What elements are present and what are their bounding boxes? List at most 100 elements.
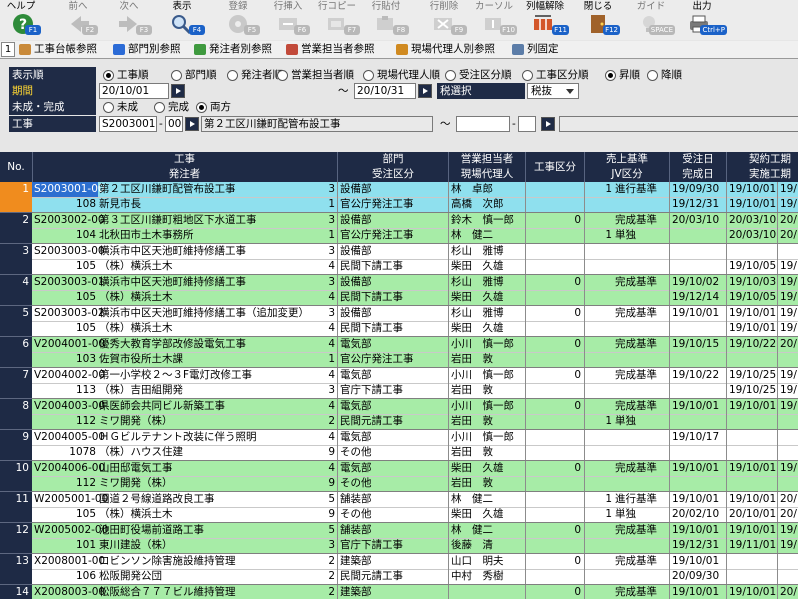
cell-k1b: 20/ [780, 493, 797, 505]
table-row[interactable]: 13 X2008001-00 ロビンソン除害施設維持管理 106 松阪開発公団 2 建築部 2… [0, 554, 798, 585]
table-row[interactable]: 7 V2004002-00 第一小学校２〜３F電灯改修工事 113 （株）吉田組開発 4 電… [0, 368, 798, 399]
row-number: 11 [0, 492, 32, 523]
koji-lookup-button[interactable] [185, 117, 199, 131]
table-row[interactable]: 10 V2004006-00 山田邸電気工事 112 ミワ開発（株） 4 電気部 9 その他 柴田… [0, 461, 798, 492]
cell-k2b: 19/ [780, 322, 797, 334]
tab-3[interactable]: 発注者別参照 [192, 42, 284, 57]
koji-to-dash: - [512, 118, 516, 130]
table-row[interactable]: 12 W2005002-00 池田町役場前道路工事 101 東川建設（株） 5 舗装部 3 官庁… [0, 523, 798, 554]
filter-koji-row: 工事 S2003001 - 00 第２工区川鎌町配管布設工事 〜 - [0, 116, 798, 133]
toolbar-button-f12[interactable]: 閉じる F12 [575, 0, 621, 40]
cell-eigyo: 小川 慎一郎 [451, 431, 514, 443]
tax-select[interactable]: 税抜 [527, 83, 579, 99]
table-row[interactable]: 1 S2003001-00 第２工区川鎌町配管布設工事 108 新見市長 3 設備部 1 官公庁… [0, 182, 798, 213]
cell-bc: 3 [328, 214, 335, 226]
cell-k1: 19/10/03 [729, 276, 777, 288]
toolbar-button-f6[interactable]: 行挿入 F6 [265, 0, 311, 40]
toolbar-button-f11[interactable]: 列幅解除 F11 [520, 0, 570, 40]
tab-6[interactable]: 列固定 [510, 42, 566, 57]
toolbar-button-f5[interactable]: 登録 F5 [215, 0, 261, 40]
table-row[interactable]: 6 V2004001-00 優秀大教育学部改修設電気工事 103 佐賀市役所土木課 4 電気… [0, 337, 798, 368]
cell-jc: 4 [328, 322, 335, 334]
cell-kk: 0 [574, 369, 581, 381]
cell-eigyo: 林 卓郎 [451, 183, 493, 195]
toolbar-button-f9[interactable]: 行削除 F9 [420, 0, 468, 40]
status-radio-3[interactable]: 両方 [196, 101, 231, 114]
koji-to-lookup-button[interactable] [541, 117, 555, 131]
cell-hname: 松阪開発公団 [99, 570, 162, 582]
period-to-lookup-button[interactable] [418, 84, 432, 98]
cell-k1: 19/10/01 [729, 493, 777, 505]
toolbar-button-f4[interactable]: 表示 F4 [158, 0, 206, 40]
cell-k2: 20/10/01 [729, 508, 777, 520]
row-body: X2008001-00 ロビンソン除害施設維持管理 106 松阪開発公団 2 建築部 2 民間… [32, 554, 798, 585]
cell-hc: 106 [75, 570, 96, 582]
cell-genba: 柴田 久雄 [451, 260, 504, 272]
order-radio-5[interactable]: 現場代理人順 [363, 69, 440, 82]
order-radio-7[interactable]: 工事区分順 [522, 69, 589, 82]
toolbar-button-ctrl-p[interactable]: 出力 Ctrl+P [676, 0, 728, 40]
header-jisshi: 実施工期 [749, 168, 791, 180]
table-row[interactable]: 5 S2003003-02 横浜市中区天池町維持修繕工事（追加変更） 105 （株）横浜… [0, 306, 798, 337]
toolbar-button-f1[interactable]: ヘルプ? F1 [0, 0, 42, 40]
table-row[interactable]: 3 S2003003-00 横浜市中区天池町維持修繕工事 105 （株）横浜土木 3 設備部… [0, 244, 798, 275]
cell-code: V2004003-00 [34, 400, 106, 412]
order-radio-3[interactable]: 発注者順 [227, 69, 283, 82]
cell-kk: 0 [574, 586, 581, 598]
cell-genba: 柴田 久雄 [451, 322, 504, 334]
tab-1[interactable]: 工事台帳参照 [17, 42, 109, 57]
toolbar-button-f10[interactable]: カーソル F10 [470, 0, 518, 40]
toolbar-button-f8[interactable]: 行貼付 F8 [362, 0, 410, 40]
direction-radio-2[interactable]: 降順 [647, 69, 682, 82]
cell-bname: 舗装部 [340, 524, 372, 536]
cell-bname: 設備部 [340, 245, 372, 257]
cell-code: V2004006-00 [34, 462, 106, 474]
cell-k2b: 20/ [780, 508, 797, 520]
table-row[interactable]: 11 W2005001-00 国道２号線道路改良工事 105 （株）横浜土木 5 舗装部 9 そ… [0, 492, 798, 523]
order-radio-2[interactable]: 部門順 [171, 69, 217, 82]
tab-4[interactable]: 営業担当者参照 [284, 42, 390, 57]
toolbar-button-label: 行挿入 [273, 1, 303, 12]
tab-5[interactable]: 現場代理人別参照 [394, 42, 508, 57]
order-radio-6[interactable]: 受注区分順 [445, 69, 512, 82]
cell-name: 山田邸電気工事 [99, 462, 173, 474]
table-row[interactable]: 9 V2004005-00 ＨＧビルテナント改装に伴う照明 1078 （株）ハウス住建 4… [0, 430, 798, 461]
header-hacchusha: 発注者 [168, 168, 201, 180]
table-row[interactable]: 8 V2004003-00 県医師会共同ビル新築工事 112 ミワ開発（株） 4 電気部 2 民… [0, 399, 798, 430]
period-from-input[interactable]: 20/10/01 [99, 83, 169, 99]
tab-2[interactable]: 部門別参照 [111, 42, 191, 57]
toolbar-button-f3[interactable]: 次へ F3 [105, 0, 153, 40]
cell-k1: 19/10/01 [729, 462, 777, 474]
cell-hname: 北秋田市土木事務所 [99, 229, 194, 241]
toolbar-button-space[interactable]: ガイド SPACE [626, 0, 676, 40]
header-eigyo: 営業担当者 [460, 153, 514, 165]
cell-hc: 105 [75, 260, 96, 272]
order-radio-1[interactable]: 工事順 [103, 69, 149, 82]
koji-to-branch-input[interactable] [518, 116, 536, 132]
cell-eigyo: 小川 慎一郎 [451, 400, 514, 412]
cell-kk: 0 [574, 400, 581, 412]
cell-uname: 進行基準 [615, 493, 657, 505]
direction-radio-1[interactable]: 昇順 [605, 69, 640, 82]
koji-branch-input[interactable]: 00 [165, 116, 183, 132]
status-radio-1[interactable]: 未成 [103, 101, 138, 114]
toolbar-button-f7[interactable]: 行コピー F7 [313, 0, 361, 40]
cell-code: S2003003-01 [34, 276, 105, 288]
cell-name: ロビンソン除害施設維持管理 [99, 555, 236, 567]
order-radio-4[interactable]: 営業担当者順 [277, 69, 354, 82]
table-row[interactable]: 2 S2003002-00 第３工区川鎌町粗地区下水道工事 104 北秋田市土木事務所 3… [0, 213, 798, 244]
table-row[interactable]: 14X2008003-00松阪総合７７７ビル維持管理106松阪開発公団2建築部2… [0, 585, 798, 599]
koji-code-input[interactable]: S2003001 [99, 116, 157, 132]
toolbar-button-f2[interactable]: 前へ F2 [57, 0, 99, 40]
period-from-lookup-button[interactable] [171, 84, 185, 98]
status-radio-2[interactable]: 完成 [154, 101, 189, 114]
koji-to-code-input[interactable] [456, 116, 510, 132]
cell-name: 横浜市中区天池町維持修繕工事（追加変更） [99, 307, 309, 319]
tab-bar: 1 工事台帳参照 部門別参照 発注者別参照 営業担当者参照 現場代理人別参照 列固定 [0, 41, 798, 59]
table-row[interactable]: 4 S2003003-01 横浜市中区天池町維持修繕工事 105 （株）横浜土木 3 設備部… [0, 275, 798, 306]
cell-genba: 岩田 敦 [451, 477, 493, 489]
function-key-badge: F11 [552, 25, 569, 35]
status-label: 未成・完成 [9, 99, 96, 115]
period-to-input[interactable]: 20/10/31 [354, 83, 416, 99]
cell-hname: （株）横浜土木 [99, 291, 173, 303]
